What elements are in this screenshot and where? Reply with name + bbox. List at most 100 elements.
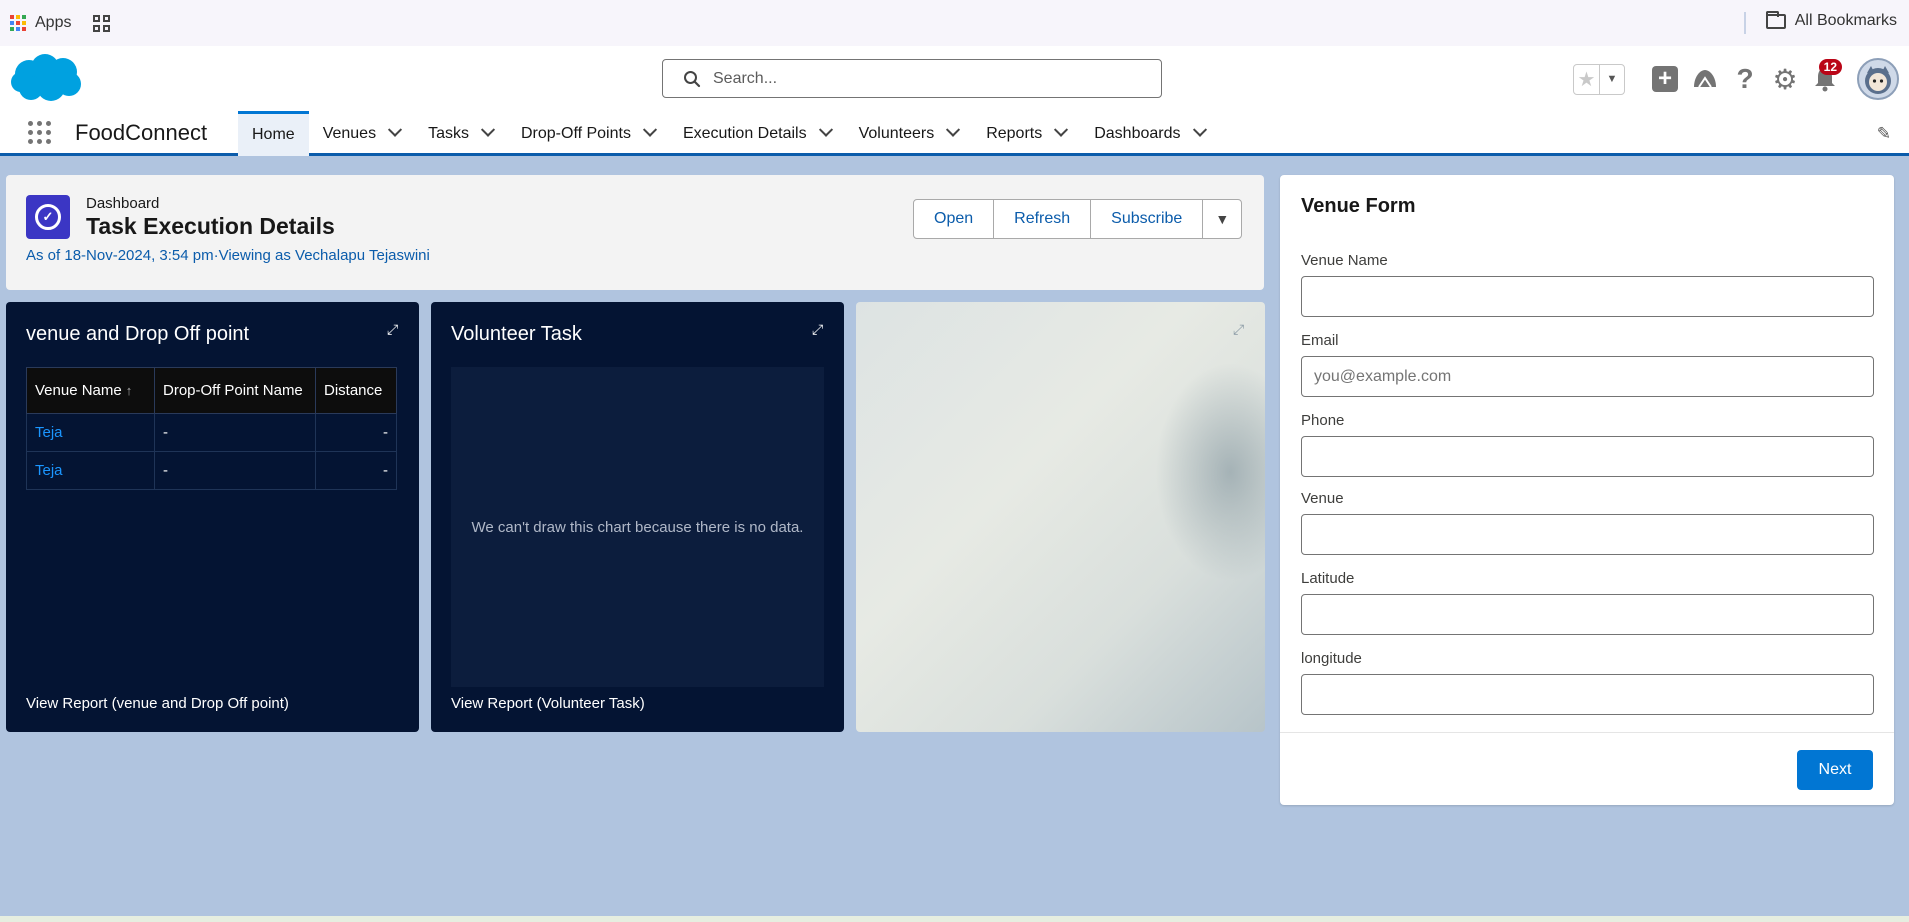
apps-dot (16, 15, 20, 19)
nav-tab-drop-off-points[interactable]: Drop-Off Points (507, 111, 669, 156)
star-icon[interactable]: ★ (1574, 65, 1599, 94)
favorites-control[interactable]: ★ ▼ (1573, 63, 1625, 95)
chevron-down-icon[interactable] (1054, 122, 1069, 137)
nav-tab-dashboards[interactable]: Dashboards (1080, 111, 1218, 156)
latitude-field-group: Latitude (1301, 570, 1874, 635)
nav-tab-label: Tasks (428, 124, 469, 142)
column-header-venue-name[interactable]: Venue Name ↑ (26, 367, 155, 414)
dot (28, 121, 33, 126)
apps-dot (10, 15, 14, 19)
gauge-icon: ✓ (35, 204, 61, 230)
nav-tab-volunteers[interactable]: Volunteers (845, 111, 973, 156)
app-launcher-icon[interactable] (28, 121, 51, 144)
email-input[interactable] (1301, 356, 1874, 397)
nav-tab-label: Home (252, 126, 295, 143)
more-actions-dropdown-icon[interactable]: ▼ (1203, 200, 1241, 238)
chevron-down-icon[interactable] (946, 122, 961, 137)
dot (37, 121, 42, 126)
expand-icon[interactable]: ⤢ (387, 322, 401, 336)
help-button[interactable]: ? (1725, 59, 1765, 99)
dot (37, 139, 42, 144)
nav-tab-execution-details[interactable]: Execution Details (669, 111, 845, 156)
venue-form-title: Venue Form (1301, 195, 1416, 217)
chevron-down-icon[interactable] (480, 122, 496, 137)
open-button[interactable]: Open (914, 200, 995, 238)
image-widget: ⤢ (856, 302, 1265, 732)
nav-tab-home[interactable]: Home (238, 111, 309, 156)
trailhead-icon (1694, 70, 1716, 88)
subscribe-button[interactable]: Subscribe (1091, 200, 1204, 238)
bookmarks-separator (1744, 12, 1746, 34)
table-header-row: Venue Name ↑ Drop-Off Point Name Distance (26, 367, 397, 414)
drop-off-point-cell: - (154, 413, 316, 452)
table-row: Teja - - (26, 413, 397, 452)
dashboard-actions: Open Refresh Subscribe ▼ (913, 199, 1243, 239)
venue-name-label: Venue Name (1301, 252, 1388, 269)
longitude-input[interactable] (1301, 674, 1874, 715)
nav-tab-label: Drop-Off Points (520, 124, 631, 142)
next-button[interactable]: Next (1797, 750, 1873, 790)
venue-name-input[interactable] (1301, 276, 1874, 317)
tab-groups-icon[interactable] (93, 14, 111, 32)
search-placeholder: Search... (713, 69, 778, 87)
phone-field-group: Phone (1301, 412, 1874, 477)
favorites-dropdown-icon[interactable]: ▼ (1598, 64, 1624, 94)
venue-name-link[interactable]: Teja (26, 413, 155, 452)
venue-input[interactable] (1301, 514, 1874, 555)
venue-dropoff-widget: venue and Drop Off point ⤢ Venue Name ↑ D… (6, 302, 419, 732)
sort-ascending-icon: ↑ (125, 383, 133, 398)
email-field-group: Email (1301, 332, 1874, 397)
app-name: FoodConnect (75, 120, 208, 145)
chevron-down-icon[interactable] (388, 122, 403, 137)
latitude-input[interactable] (1301, 594, 1874, 635)
longitude-label: longitude (1301, 650, 1362, 667)
view-report-link[interactable]: View Report (venue and Drop Off point) (26, 695, 289, 712)
tile (93, 14, 101, 22)
nav-tab-tasks[interactable]: Tasks (414, 111, 507, 156)
apps-dot (22, 15, 26, 19)
expand-icon[interactable]: ⤢ (1233, 322, 1247, 336)
venue-name-field-group: Venue Name (1301, 252, 1874, 317)
dot (46, 130, 51, 135)
edit-nav-pencil-icon[interactable]: ✎ (1877, 124, 1891, 144)
chevron-down-icon[interactable] (818, 122, 833, 137)
empty-chart-message: We can't draw this chart because there i… (471, 518, 804, 536)
venue-name-link[interactable]: Teja (26, 451, 155, 490)
chevron-down-icon[interactable] (1192, 122, 1207, 137)
expand-icon[interactable]: ⤢ (812, 322, 826, 336)
global-search-input[interactable]: Search... (662, 59, 1162, 98)
plus-icon: + (1652, 65, 1678, 92)
nav-tab-reports[interactable]: Reports (972, 111, 1080, 156)
phone-input[interactable] (1301, 436, 1874, 477)
apps-bookmark[interactable]: Apps (10, 14, 71, 32)
longitude-field-group: longitude (1301, 650, 1874, 715)
global-header: Search... ★ ▼ + ? ⚙ 12 (0, 46, 1909, 111)
dashboard-title: Task Execution Details (86, 213, 335, 239)
column-header-distance[interactable]: Distance (315, 367, 397, 414)
venue-label: Venue (1301, 490, 1344, 507)
trailhead-button[interactable] (1685, 59, 1725, 99)
refresh-button[interactable]: Refresh (994, 200, 1092, 238)
salesforce-logo-icon[interactable] (9, 52, 82, 102)
nav-tab-label: Venues (322, 124, 377, 142)
global-actions-button[interactable]: + (1645, 59, 1685, 99)
question-icon: ? (1736, 63, 1754, 94)
column-header-drop-off-point[interactable]: Drop-Off Point Name (154, 367, 316, 414)
dot (37, 130, 42, 135)
user-avatar[interactable] (1857, 58, 1899, 100)
tile (103, 24, 111, 32)
dashboard-icon: ✓ (26, 195, 70, 239)
column-header-label: Venue Name (35, 382, 122, 399)
view-report-link[interactable]: View Report (Volunteer Task) (451, 695, 645, 712)
chart-empty-state: We can't draw this chart because there i… (451, 367, 824, 687)
notifications-button[interactable]: 12 (1805, 59, 1845, 99)
form-footer-divider (1280, 732, 1894, 733)
all-bookmarks[interactable]: All Bookmarks (1765, 10, 1897, 30)
venue-form-panel: Venue Form Venue Name Email Phone Venue … (1280, 175, 1894, 805)
apps-label: Apps (35, 14, 72, 31)
distance-cell: - (315, 413, 397, 452)
chevron-down-icon[interactable] (642, 122, 658, 137)
dashboard-meta: As of 18-Nov-2024, 3:54 pm·Viewing as Ve… (26, 247, 430, 264)
setup-button[interactable]: ⚙ (1765, 59, 1805, 99)
nav-tab-venues[interactable]: Venues (309, 111, 414, 156)
